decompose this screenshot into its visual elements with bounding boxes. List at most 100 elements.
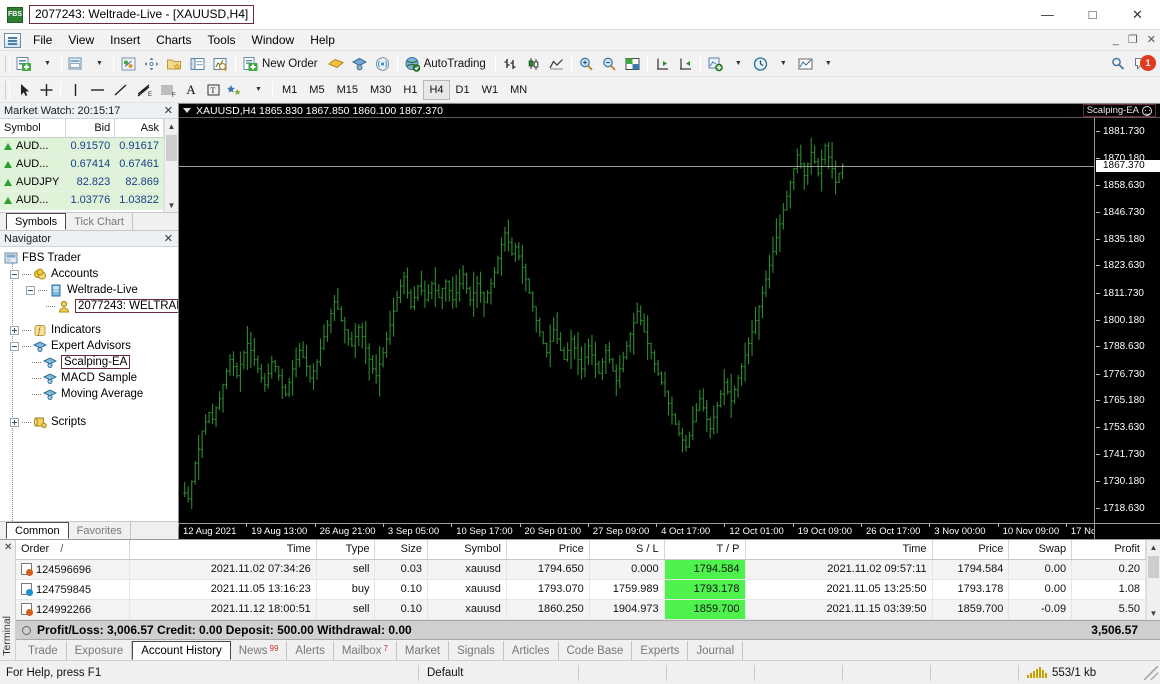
timeframe-d1[interactable]: D1 [450,80,476,100]
signals-icon[interactable] [371,53,394,75]
periods-dropdown-caret[interactable]: ▼ [772,53,794,75]
tree-node-macd-sample[interactable]: MACD Sample [2,370,178,386]
vertical-line-icon[interactable] [64,79,86,101]
column-profit[interactable]: Profit [1072,540,1146,559]
text-label-icon[interactable]: T [202,79,224,101]
collapse-toggle-accounts[interactable] [10,270,19,279]
tab-mailbox[interactable]: Mailbox7 [334,641,397,660]
collapse-toggle-server[interactable] [26,286,35,295]
collapse-toggle-expert-advisors[interactable] [10,342,19,351]
profiles-icon[interactable] [65,53,88,75]
menu-item-tools[interactable]: Tools [200,30,244,51]
column-take-profit[interactable]: T / P [664,540,745,559]
trendline-icon[interactable] [109,79,132,101]
candlestick-chart-icon[interactable] [522,53,545,75]
mdi-restore-button[interactable]: ❐ [1128,35,1138,46]
scroll-down-icon[interactable]: ▼ [1147,606,1160,620]
templates-icon[interactable] [794,53,817,75]
tab-symbols[interactable]: Symbols [6,213,66,230]
menu-item-view[interactable]: View [60,30,102,51]
terminal-close-icon[interactable]: ✕ [4,542,12,553]
tree-node-expert-advisors[interactable]: Expert Advisors [2,338,178,354]
tree-node-fbs-trader[interactable]: FBS Trader [2,250,178,266]
timeframe-m15[interactable]: M15 [331,80,364,100]
column-close-price[interactable]: Price [932,540,1009,559]
tree-node-accounts[interactable]: Accounts [2,266,178,282]
metaeditor-icon[interactable] [324,53,348,75]
status-connection[interactable]: 553/1 kb [1018,665,1144,681]
mdi-close-button[interactable]: ✕ [1147,35,1156,46]
column-order[interactable]: Order / [16,540,129,559]
tab-common[interactable]: Common [6,522,69,539]
tree-node-scripts[interactable]: Scripts [2,414,178,430]
navigator-icon[interactable] [163,53,186,75]
scroll-up-icon[interactable]: ▲ [1147,540,1160,554]
tab-code-base[interactable]: Code Base [559,641,633,660]
zoom-in-icon[interactable] [575,53,598,75]
tree-node-account[interactable]: 2077243: WELTRAD [2,298,178,314]
market-watch-row[interactable]: AUD... 1.03776 1.03822 [0,191,164,209]
new-chart-dropdown-caret[interactable]: ▼ [36,53,58,75]
market-watch-icon[interactable] [117,53,140,75]
tab-tick-chart[interactable]: Tick Chart [66,213,133,230]
expand-toggle-indicators[interactable] [10,326,19,335]
periods-icon[interactable] [749,53,772,75]
templates-dropdown-caret[interactable]: ▼ [817,53,839,75]
window-maximize-button[interactable]: □ [1070,0,1115,29]
shapes-icon[interactable] [224,79,247,101]
mdi-minimize-button[interactable]: _ [1113,35,1119,46]
menu-item-help[interactable]: Help [302,30,343,51]
profiles-dropdown-caret[interactable]: ▼ [88,53,110,75]
search-icon[interactable] [1110,56,1126,72]
tab-account-history[interactable]: Account History [132,641,231,660]
fibonacci-icon[interactable]: F [156,79,180,101]
window-close-button[interactable]: ✕ [1115,0,1160,29]
new-order-button[interactable]: New Order [239,53,324,75]
chart-plot-area[interactable]: 1881.7301870.1801858.6301846.7301835.180… [179,118,1160,539]
column-swap[interactable]: Swap [1009,540,1072,559]
timeframe-h1[interactable]: H1 [397,80,423,100]
scroll-down-icon[interactable]: ▼ [165,198,179,212]
shapes-dropdown-caret[interactable]: ▼ [247,79,269,101]
column-symbol[interactable]: Symbol [0,119,66,137]
table-row[interactable]: 124992266 2021.11.12 18:00:51 sell 0.10 … [16,599,1146,619]
data-window-icon[interactable] [140,53,163,75]
timeframe-m1[interactable]: M1 [276,80,303,100]
text-icon[interactable]: A [180,79,202,101]
scrollbar-thumb[interactable] [1148,556,1159,578]
tab-journal[interactable]: Journal [688,641,743,660]
indicators-icon[interactable] [704,53,727,75]
column-stop-loss[interactable]: S / L [589,540,664,559]
terminal-icon[interactable] [186,53,209,75]
crosshair-icon[interactable] [35,79,57,101]
resize-grip[interactable] [1144,666,1158,680]
tab-market[interactable]: Market [397,641,449,660]
column-size[interactable]: Size [375,540,428,559]
toolbar-grip[interactable] [5,55,10,73]
menu-item-insert[interactable]: Insert [102,30,148,51]
market-watch-scrollbar[interactable]: ▲ ▼ [164,119,178,212]
tree-node-indicators[interactable]: f Indicators [2,322,178,338]
timeframe-mn[interactable]: MN [504,80,533,100]
chart-shift-icon[interactable] [674,53,697,75]
scrollbar-thumb[interactable] [166,135,177,161]
column-bid[interactable]: Bid [66,119,115,137]
tab-news[interactable]: News99 [231,641,288,660]
tab-articles[interactable]: Articles [504,641,559,660]
expand-toggle-scripts[interactable] [10,418,19,427]
chart-canvas[interactable] [179,118,1094,523]
strategy-tester-icon[interactable] [209,53,232,75]
tab-exposure[interactable]: Exposure [67,641,133,660]
column-symbol[interactable]: Symbol [428,540,507,559]
tab-favorites[interactable]: Favorites [69,522,131,539]
autotrading-button[interactable]: AutoTrading [401,53,492,75]
tab-signals[interactable]: Signals [449,641,504,660]
tab-trade[interactable]: Trade [20,641,67,660]
timeframe-w1[interactable]: W1 [476,80,505,100]
column-open-time[interactable]: Time [129,540,316,559]
price-scale[interactable]: 1881.7301870.1801858.6301846.7301835.180… [1094,118,1160,523]
tree-node-moving-average[interactable]: Moving Average [2,386,178,402]
new-chart-icon[interactable] [13,53,36,75]
alerts-icon[interactable]: 1 [1134,56,1154,72]
tree-node-server[interactable]: Weltrade-Live [2,282,178,298]
